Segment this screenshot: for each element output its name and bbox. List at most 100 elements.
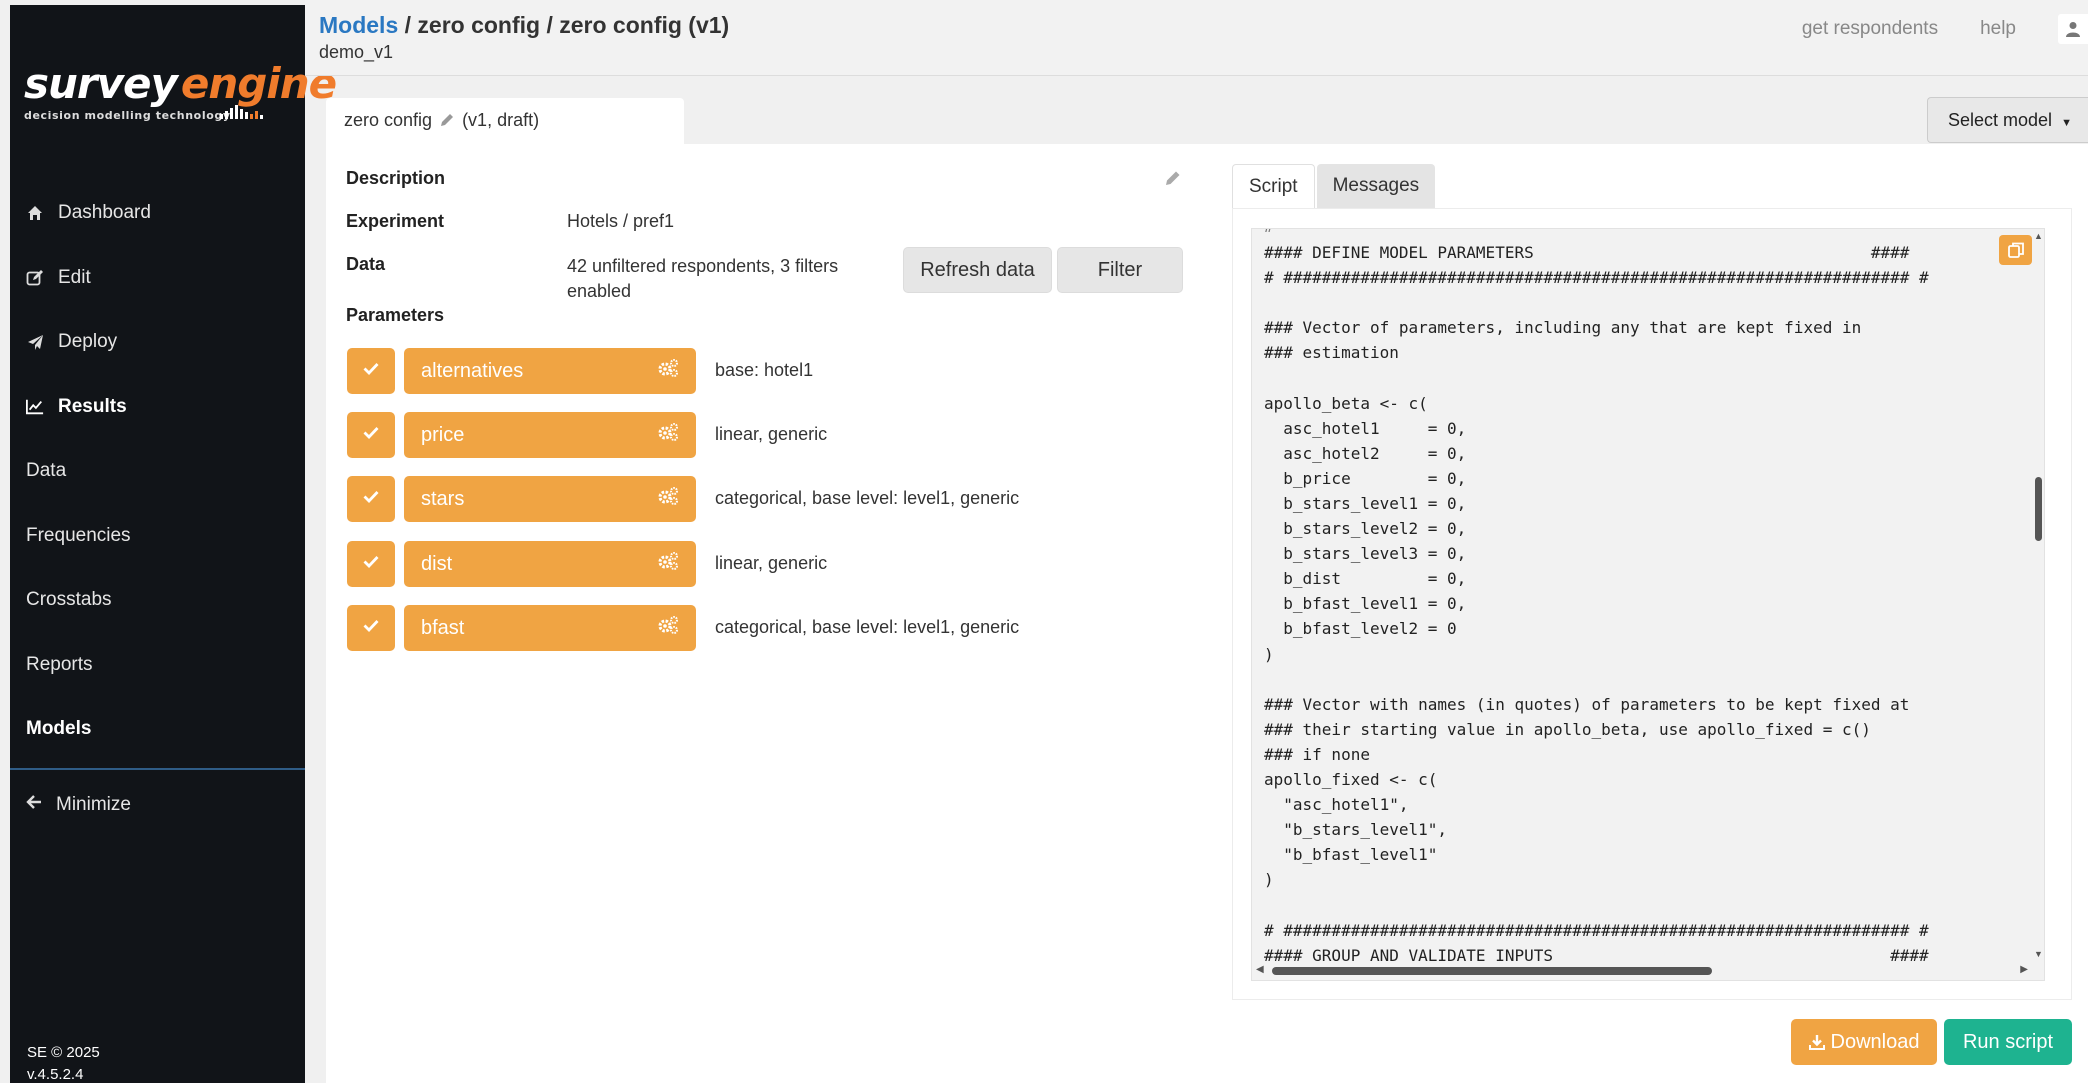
script-code: #### DEFINE MODEL PARAMETERS #### # ####… xyxy=(1264,243,1929,965)
download-icon xyxy=(1808,1034,1825,1050)
sidebar-item-label: Edit xyxy=(58,266,91,288)
sidebar-item-label: Models xyxy=(26,718,92,740)
data-label: Data xyxy=(346,254,386,274)
horizontal-scrollbar[interactable]: ◀ ▶ xyxy=(1252,963,2032,979)
parameter-name: stars xyxy=(421,487,465,510)
copy-icon[interactable] xyxy=(1999,235,2032,265)
parameter-checkbox[interactable] xyxy=(347,605,395,651)
parameter-description: categorical, base level: level1, generic xyxy=(715,617,1020,637)
help-link[interactable]: help xyxy=(1980,18,2016,40)
cogs-icon xyxy=(657,486,679,512)
top-links: get respondents help xyxy=(1802,14,2088,44)
sidebar-item-reports[interactable]: Reports xyxy=(10,633,305,698)
download-button[interactable]: Download xyxy=(1791,1019,1937,1065)
user-icon[interactable] xyxy=(2058,14,2088,44)
parameter-button[interactable]: alternatives xyxy=(404,348,696,394)
parameter-checkbox[interactable] xyxy=(347,348,395,394)
sidebar-item-label: Reports xyxy=(26,653,93,675)
sidebar-item-frequencies[interactable]: Frequencies xyxy=(10,504,305,569)
script-tabs: Script Messages xyxy=(1232,164,1436,208)
surveyengine-logo[interactable]: surveyengine decision modelling technolo… xyxy=(14,57,337,137)
cogs-icon xyxy=(657,422,679,448)
sidebar-item-label: Dashboard xyxy=(58,202,151,224)
run-script-button[interactable]: Run script xyxy=(1944,1019,2072,1065)
scroll-down-icon[interactable]: ▼ xyxy=(2034,949,2043,959)
page-subtitle: demo_v1 xyxy=(319,42,394,62)
check-icon xyxy=(363,362,379,380)
check-icon xyxy=(363,426,379,444)
sidebar-item-models[interactable]: Models xyxy=(10,697,305,762)
parameter-button[interactable]: bfast xyxy=(404,605,696,651)
refresh-data-button[interactable]: Refresh data xyxy=(903,247,1052,293)
get-respondents-link[interactable]: get respondents xyxy=(1802,18,1938,40)
sidebar-item-edit[interactable]: Edit xyxy=(10,246,305,311)
sidebar-item-label: Frequencies xyxy=(26,524,131,546)
parameter-description: linear, generic xyxy=(715,553,828,573)
model-tab-name: zero config xyxy=(344,110,433,130)
parameter-button[interactable]: stars xyxy=(404,476,696,522)
parameter-name: price xyxy=(421,423,465,446)
edit-icon xyxy=(26,269,44,287)
scroll-left-icon[interactable]: ◀ xyxy=(1256,964,1264,975)
line-chart-icon xyxy=(26,398,44,416)
scroll-right-icon[interactable]: ▶ xyxy=(2020,964,2028,975)
parameter-checkbox[interactable] xyxy=(347,476,395,522)
parameter-name: dist xyxy=(421,552,453,575)
sidebar-item-deploy[interactable]: Deploy xyxy=(10,310,305,375)
parameter-description: base: hotel1 xyxy=(715,360,814,380)
tab-script[interactable]: Script xyxy=(1232,164,1315,208)
check-icon xyxy=(363,490,379,508)
arrow-left-icon xyxy=(26,794,42,816)
pencil-icon[interactable] xyxy=(440,111,454,132)
cogs-icon xyxy=(657,551,679,577)
tab-messages[interactable]: Messages xyxy=(1316,164,1436,208)
sidebar-footer: SE © 2025 v.4.5.2.4 xyxy=(27,1042,100,1083)
check-icon xyxy=(363,555,379,573)
model-tab[interactable]: zero config (v1, draft) xyxy=(326,98,684,144)
select-model-dropdown[interactable]: Select model ▼ xyxy=(1927,97,2088,143)
parameter-description: linear, generic xyxy=(715,424,828,444)
model-tab-status: (v1, draft) xyxy=(462,110,540,130)
parameter-button[interactable]: price xyxy=(404,412,696,458)
experiment-label: Experiment xyxy=(346,211,445,231)
sidebar-item-crosstabs[interactable]: Crosstabs xyxy=(10,568,305,633)
code-line-partial: # xyxy=(1264,229,1274,236)
parameter-button[interactable]: dist xyxy=(404,541,696,587)
select-model-label: Select model xyxy=(1948,110,2053,130)
minimize-button[interactable]: Minimize xyxy=(10,773,305,837)
sidebar: surveyengine decision modelling technolo… xyxy=(10,5,337,1083)
minimize-label: Minimize xyxy=(56,794,131,815)
edit-description-icon[interactable] xyxy=(1165,170,1181,191)
footer-version: v.4.5.2.4 xyxy=(27,1066,84,1083)
sidebar-nav: Dashboard Edit Deploy Results Data Frequ… xyxy=(10,181,305,762)
parameter-name: bfast xyxy=(421,616,465,639)
sidebar-item-label: Deploy xyxy=(58,331,118,353)
logo-word-survey: survey xyxy=(24,59,178,108)
paper-plane-icon xyxy=(26,333,44,351)
logo-bars-icon xyxy=(220,105,263,119)
check-icon xyxy=(363,619,379,637)
cogs-icon xyxy=(657,615,679,641)
sidebar-divider xyxy=(10,768,305,770)
parameter-checkbox[interactable] xyxy=(347,412,395,458)
description-label: Description xyxy=(346,168,446,188)
filter-button[interactable]: Filter xyxy=(1057,247,1183,293)
breadcrumb: Models / zero config / zero config (v1) xyxy=(319,12,729,39)
logo-tagline: decision modelling technology xyxy=(24,109,231,122)
sidebar-item-dashboard[interactable]: Dashboard xyxy=(10,181,305,246)
script-editor[interactable]: # #### DEFINE MODEL PARAMETERS #### # ##… xyxy=(1251,228,2045,981)
vertical-scrollbar[interactable]: ▲ ▼ xyxy=(2032,229,2044,961)
scroll-up-icon[interactable]: ▲ xyxy=(2034,231,2043,241)
footer-copyright: SE © 2025 xyxy=(27,1044,100,1061)
parameter-checkbox[interactable] xyxy=(347,541,395,587)
download-label: Download xyxy=(1830,1030,1920,1053)
breadcrumb-current: / zero config / zero config (v1) xyxy=(398,12,730,38)
top-header: Models / zero config / zero config (v1) … xyxy=(305,0,2088,76)
cogs-icon xyxy=(657,358,679,384)
sidebar-item-data[interactable]: Data xyxy=(10,439,305,504)
sidebar-item-label: Data xyxy=(26,460,67,482)
breadcrumb-models-link[interactable]: Models xyxy=(319,12,398,38)
scrollbar-thumb[interactable] xyxy=(2035,477,2042,541)
sidebar-item-results[interactable]: Results xyxy=(10,375,305,440)
scrollbar-thumb[interactable] xyxy=(1272,967,1712,975)
